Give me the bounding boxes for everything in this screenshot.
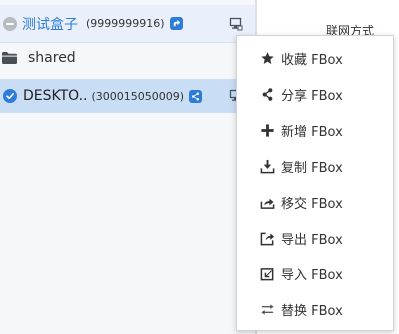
- minus-circle-icon: [3, 16, 17, 31]
- folder-icon: [2, 52, 17, 64]
- shared-label: shared: [28, 50, 76, 66]
- star-icon: [259, 50, 275, 66]
- menu-item-label: 导出 FBox: [281, 232, 343, 248]
- device-tree-panel: 测试盒子 (9999999916) shared DESKTO.. (30001…: [0, 0, 255, 334]
- menu-item-share[interactable]: 分享 FBox: [237, 79, 393, 109]
- tree-row-shared[interactable]: shared: [0, 43, 255, 73]
- device-name: DESKTO..: [23, 88, 88, 104]
- box-name: 测试盒子: [22, 16, 78, 33]
- menu-item-label: 收藏 FBox: [281, 52, 343, 68]
- menu-item-favorite[interactable]: 收藏 FBox: [237, 43, 393, 73]
- transfer-icon: [259, 194, 275, 210]
- menu-item-label: 分享 FBox: [281, 88, 343, 104]
- menu-item-copy[interactable]: 复制 FBox: [237, 151, 393, 181]
- device-action-icon[interactable]: [229, 17, 243, 31]
- context-menu: 收藏 FBox 分享 FBox 新增 FBox 复制 FBox 移交 FBox: [236, 35, 394, 331]
- menu-item-label: 移交 FBox: [281, 196, 343, 212]
- menu-item-add[interactable]: 新增 FBox: [237, 115, 393, 145]
- swap-icon: [259, 301, 275, 317]
- share-icon: [259, 86, 275, 102]
- menu-item-label: 替换 FBox: [281, 303, 343, 319]
- import-icon: [259, 265, 275, 281]
- device-id: (300015050009): [91, 89, 185, 103]
- menu-item-label: 导入 FBox: [281, 267, 343, 283]
- plus-icon: [259, 122, 275, 138]
- menu-item-transfer[interactable]: 移交 FBox: [237, 187, 393, 217]
- menu-item-import[interactable]: 导入 FBox: [237, 258, 393, 288]
- check-circle-icon: [3, 89, 17, 103]
- export-icon: [259, 230, 275, 246]
- box-id: (9999999916): [86, 17, 165, 30]
- share-badge-icon[interactable]: [189, 89, 203, 103]
- menu-item-replace[interactable]: 替换 FBox: [237, 294, 393, 324]
- menu-item-export[interactable]: 导出 FBox: [237, 223, 393, 253]
- app-window: 测试盒子 (9999999916) shared DESKTO.. (30001…: [0, 0, 399, 334]
- tree-row-device[interactable]: DESKTO.. (300015050009): [0, 79, 255, 113]
- tree-row-box[interactable]: 测试盒子 (9999999916): [0, 5, 255, 43]
- menu-item-label: 新增 FBox: [281, 124, 343, 140]
- share-badge-icon[interactable]: [169, 17, 183, 30]
- download-icon: [259, 158, 275, 174]
- menu-item-label: 复制 FBox: [281, 160, 343, 176]
